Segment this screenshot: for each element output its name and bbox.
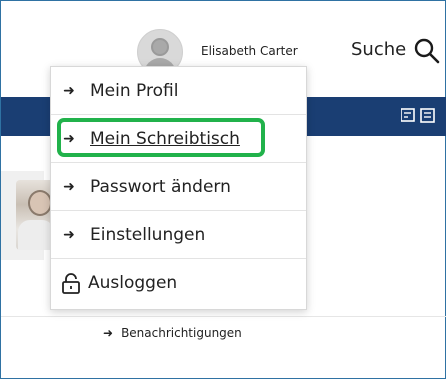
menu-item-label: Mein Schreibtisch — [90, 128, 240, 149]
arrow-right-icon: ➜ — [63, 82, 75, 99]
toolbar-icons[interactable] — [401, 106, 446, 126]
menu-item-label: Passwort ändern — [90, 176, 231, 197]
arrow-right-icon: ➜ — [63, 178, 75, 195]
arrow-right-icon: ➜ — [63, 226, 75, 243]
search-icon[interactable] — [414, 38, 440, 64]
menu-item-label: Einstellungen — [90, 224, 206, 245]
menu-item-logout[interactable]: Ausloggen — [51, 259, 306, 307]
lock-icon — [62, 273, 80, 294]
user-dropdown-menu: ➜ Mein Profil ➜ Mein Schreibtisch ➜ Pass… — [50, 66, 307, 310]
menu-item-profile[interactable]: ➜ Mein Profil — [51, 67, 306, 115]
avatar-head — [151, 38, 169, 56]
menu-item-change-password[interactable]: ➜ Passwort ändern — [51, 163, 306, 211]
menu-item-settings[interactable]: ➜ Einstellungen — [51, 211, 306, 259]
user-name[interactable]: Elisabeth Carter — [201, 44, 298, 58]
notifications-label: Benachrichtigungen — [121, 326, 242, 340]
arrow-right-icon: ➜ — [63, 130, 75, 147]
notifications-link[interactable]: ➜ Benachrichtigungen — [103, 326, 242, 340]
arrow-right-icon: ➜ — [103, 326, 114, 340]
menu-item-desk[interactable]: ➜ Mein Schreibtisch — [51, 115, 306, 163]
menu-item-label: Mein Profil — [90, 80, 179, 101]
search-label[interactable]: Suche — [351, 39, 406, 60]
menu-item-label: Ausloggen — [88, 273, 178, 293]
divider — [1, 316, 446, 317]
